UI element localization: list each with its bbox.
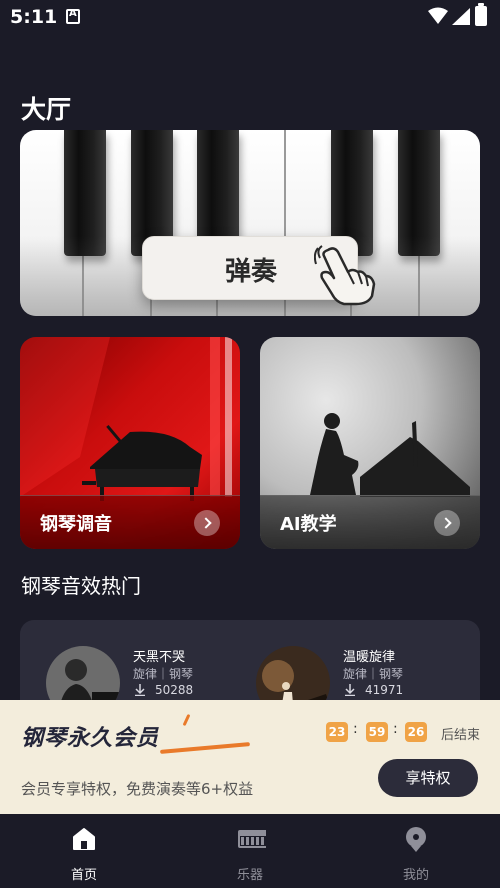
download-icon (345, 684, 355, 696)
download-icon (135, 684, 145, 696)
home-icon (73, 828, 95, 850)
battery-icon (475, 3, 487, 26)
chevron-right-icon[interactable] (194, 510, 220, 536)
track-title: 天黑不哭 (133, 650, 186, 665)
download-count: 41971 (365, 683, 404, 697)
nav-home-label: 首页 (70, 868, 97, 883)
nav-home[interactable]: 首页 (34, 814, 134, 888)
accent-stroke (182, 713, 191, 727)
piano-play-card[interactable]: 弹奏 (20, 130, 480, 316)
track-tags: 旋律｜钢琴 (343, 667, 404, 681)
timer-hours: 23 (326, 722, 348, 742)
tap-hand-icon (314, 245, 376, 306)
card-footer: 钢琴调音 (20, 495, 240, 549)
nav-instruments-label: 乐器 (236, 868, 263, 883)
bottom-nav: 首页 乐器 我的 (0, 814, 500, 888)
nav-instruments[interactable]: 乐器 (200, 814, 300, 888)
card-footer: AI教学 (260, 495, 480, 549)
nav-profile[interactable]: 我的 (366, 814, 466, 888)
timer-seconds: 26 (405, 722, 427, 742)
track-tags: 旋律｜钢琴 (133, 667, 194, 681)
ai-teaching-label: AI教学 (280, 514, 337, 535)
popular-section-title: 钢琴音效热门 (21, 574, 141, 598)
vip-description: 会员专享特权，免费演奏等6+权益 (21, 780, 254, 798)
accent-underline (159, 742, 251, 754)
status-bar: 5:11 (0, 0, 500, 34)
timer-separator: : (353, 721, 358, 737)
app-notification-icon (66, 8, 80, 24)
profile-icon (406, 827, 426, 852)
chevron-right-icon[interactable] (434, 510, 460, 536)
page-title: 大厅 (21, 95, 72, 124)
timer-minutes: 59 (366, 722, 388, 742)
wifi-icon (428, 7, 448, 24)
vip-title: 钢琴永久会员 (21, 726, 160, 751)
vip-privilege-button[interactable]: 享特权 (378, 759, 478, 797)
vip-banner[interactable]: 钢琴永久会员 23 : 59 : 26 后结束 会员专享特权，免费演奏等6+权益… (0, 700, 500, 814)
nav-profile-label: 我的 (402, 868, 429, 883)
piano-tuning-card[interactable]: 钢琴调音 (20, 337, 240, 549)
status-time: 5:11 (10, 6, 58, 28)
timer-separator: : (393, 721, 398, 737)
signal-icon (452, 8, 470, 25)
piano-keys-icon (238, 830, 266, 848)
ai-teaching-card[interactable]: AI教学 (260, 337, 480, 549)
download-count: 50288 (155, 683, 194, 697)
timer-suffix: 后结束 (441, 728, 481, 743)
track-title: 温暖旋律 (343, 650, 396, 665)
piano-tuning-label: 钢琴调音 (40, 514, 112, 535)
